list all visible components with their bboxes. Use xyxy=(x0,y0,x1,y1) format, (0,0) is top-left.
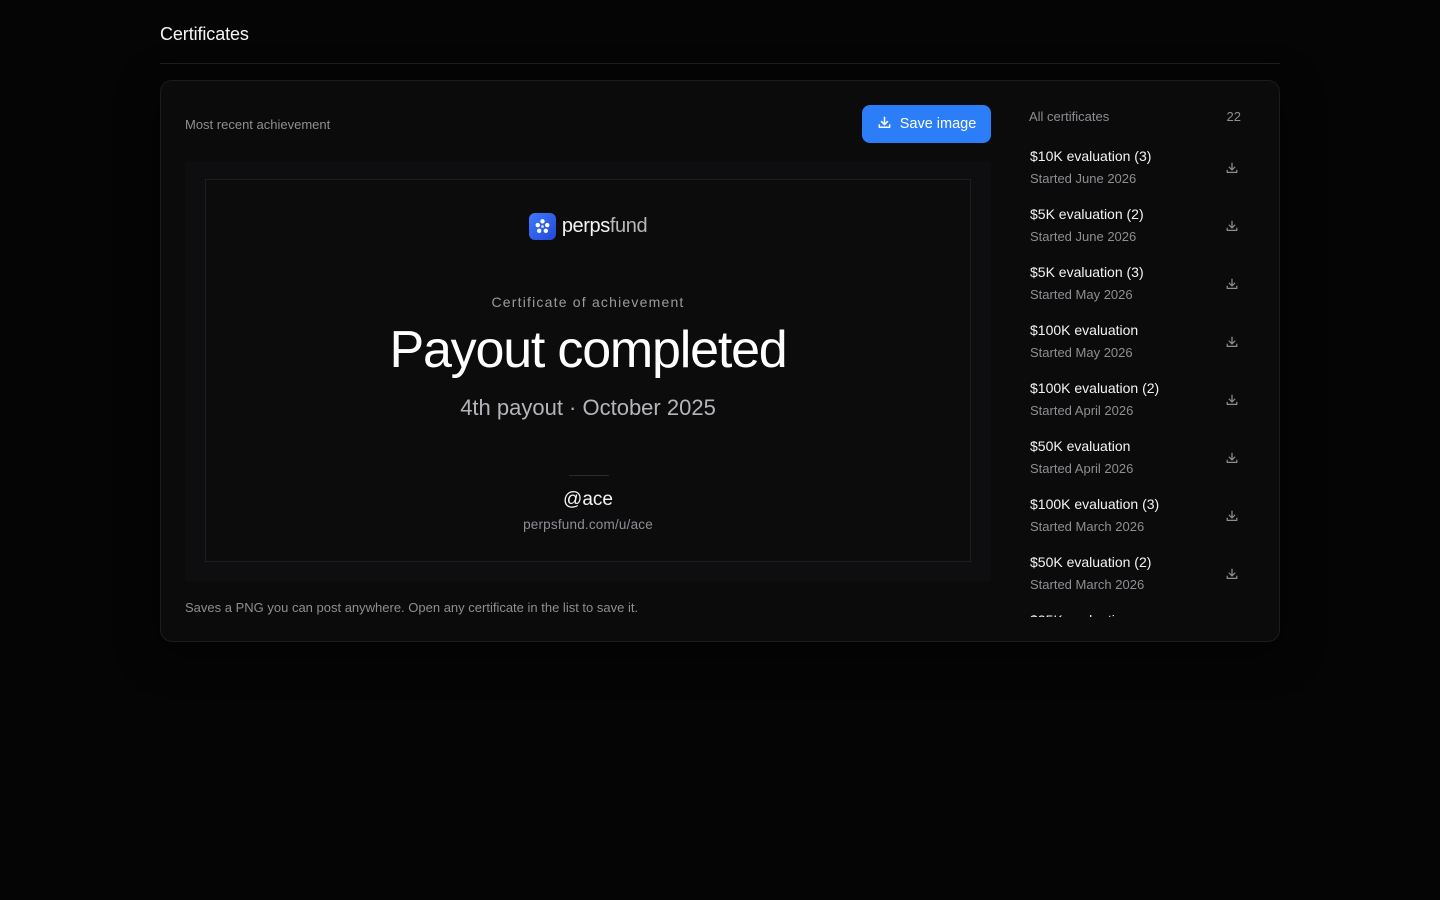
certificate-subtitle: 4th payout · October 2025 xyxy=(460,395,716,420)
save-image-button[interactable]: Save image xyxy=(862,105,991,143)
certificate-name: $10K evaluation (3) xyxy=(1030,148,1152,164)
certificate-list-item[interactable]: $50K evaluation (2) Started March 2026 xyxy=(1029,551,1241,609)
certificate-list-item[interactable]: $10K evaluation (3) Started June 2026 xyxy=(1029,145,1241,203)
download-icon[interactable] xyxy=(1225,161,1239,175)
certificate-list-item[interactable]: $100K evaluation (2) Started April 2026 xyxy=(1029,377,1241,435)
perpsfund-logo-icon xyxy=(528,213,556,240)
certificate-date: Started April 2026 xyxy=(1030,461,1134,476)
all-certificates-title: All certificates xyxy=(1029,109,1110,124)
certificate-date: Started June 2026 xyxy=(1030,229,1137,244)
download-icon[interactable] xyxy=(1225,509,1239,523)
certificate-date: Started March 2026 xyxy=(1030,519,1145,534)
page-header: Certificates xyxy=(160,0,1280,64)
certificate-list-item[interactable]: $100K evaluation Started May 2026 xyxy=(1029,319,1241,377)
save-footnote: Saves a PNG you can post anywhere. Open … xyxy=(185,600,639,615)
certificate-divider xyxy=(569,475,609,476)
certificate-list-item[interactable]: $5K evaluation (3) Started May 2026 xyxy=(1029,261,1241,319)
certificate-date: Started May 2026 xyxy=(1030,345,1133,360)
certificate: perpsfund Certificate of achievement Pay… xyxy=(205,179,971,562)
brand-wordmark: perpsfund xyxy=(561,215,648,237)
download-icon xyxy=(877,115,892,134)
certificate-handle: @ace xyxy=(563,489,613,510)
certificate-name: $5K evaluation (3) xyxy=(1030,264,1144,280)
download-icon[interactable] xyxy=(1225,219,1239,233)
certificate-name: $50K evaluation (2) xyxy=(1030,554,1152,570)
download-icon[interactable] xyxy=(1225,335,1239,349)
certificate-list-item[interactable]: $5K evaluation (2) Started June 2026 xyxy=(1029,203,1241,261)
certificate-title: Payout completed xyxy=(389,321,787,379)
certificate-preview: perpsfund Certificate of achievement Pay… xyxy=(185,161,991,582)
certificate-name: $25K evaluation xyxy=(1030,612,1130,617)
certificate-date: Started June 2026 xyxy=(1030,171,1137,186)
certificate-date: Started May 2026 xyxy=(1030,287,1133,302)
certificate-date: Started March 2026 xyxy=(1030,577,1145,592)
download-icon[interactable] xyxy=(1225,451,1239,465)
certificates-card: Most recent achievement Save image perps… xyxy=(160,80,1280,642)
certificates-list[interactable]: $10K evaluation (3) Started June 2026 $5… xyxy=(1029,145,1241,617)
download-icon[interactable] xyxy=(1225,567,1239,581)
recent-achievement-label: Most recent achievement xyxy=(185,117,331,132)
certificate-list-item[interactable]: $50K evaluation Started April 2026 xyxy=(1029,435,1241,493)
certificate-list-item[interactable]: $25K evaluation xyxy=(1029,609,1241,617)
certificates-count: 22 xyxy=(1226,109,1241,124)
certificate-name: $5K evaluation (2) xyxy=(1030,206,1144,222)
certificate-name: $100K evaluation (3) xyxy=(1030,496,1160,512)
certificate-name: $100K evaluation (2) xyxy=(1030,380,1160,396)
all-certificates-header: All certificates 22 xyxy=(1029,107,1241,127)
certificate-kicker: Certificate of achievement xyxy=(491,294,685,310)
download-icon[interactable] xyxy=(1225,277,1239,291)
certificate-date: Started April 2026 xyxy=(1030,403,1134,418)
certificate-name: $100K evaluation xyxy=(1030,322,1139,338)
certificate-url: perpsfund.com/u/ace xyxy=(523,517,653,532)
certificate-list-item[interactable]: $100K evaluation (3) Started March 2026 xyxy=(1029,493,1241,551)
all-certificates-panel: All certificates 22 $10K evaluation (3) … xyxy=(1029,105,1241,617)
page-title: Certificates xyxy=(160,24,249,44)
brand-logo: perpsfund xyxy=(206,213,970,240)
save-image-label: Save image xyxy=(899,116,977,132)
download-icon[interactable] xyxy=(1225,393,1239,407)
certificate-name: $50K evaluation xyxy=(1030,438,1131,454)
